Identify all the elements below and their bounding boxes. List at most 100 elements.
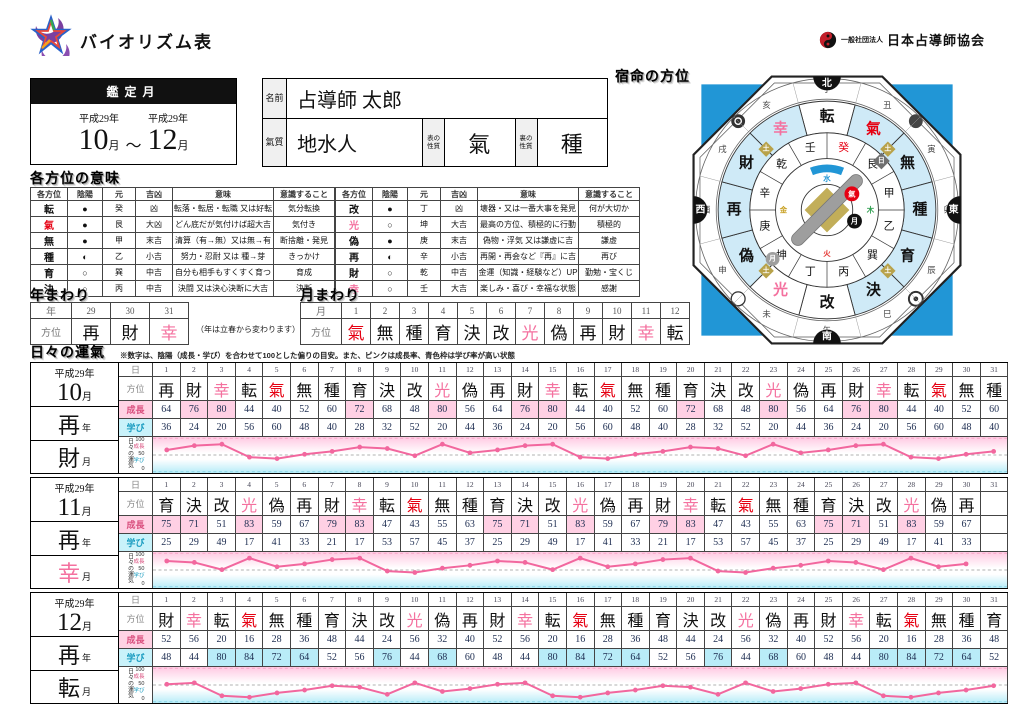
growth-point	[220, 442, 225, 447]
luck-cell: 中吉	[136, 281, 173, 297]
compass-text: 南	[822, 329, 832, 342]
day-number-cell: 1	[153, 593, 181, 607]
growth-value-cell: 55	[760, 516, 788, 534]
houi-cell: 氣	[732, 492, 760, 516]
growth-point	[164, 559, 169, 564]
growth-point	[275, 456, 280, 461]
growth-point	[330, 557, 335, 562]
growth-value-cell: 40	[457, 631, 485, 649]
houi-cell: 再	[953, 492, 981, 516]
learn-value-cell: 21	[319, 534, 347, 552]
day-number-cell: 24	[788, 593, 816, 607]
growth-point	[440, 689, 445, 694]
houi-cell: 偽	[595, 492, 623, 516]
day-number-cell: 14	[512, 593, 540, 607]
day-number-cell: 22	[732, 363, 760, 377]
growth-value-cell: 52	[953, 401, 981, 419]
growth-value-cell: 43	[401, 516, 429, 534]
day-number-cell: 25	[815, 363, 843, 377]
yearcycle-inner: 年293031方位再財幸	[30, 302, 189, 345]
houi-cell: 種	[953, 607, 981, 631]
column-header: 意識すること	[579, 188, 640, 201]
learn-value-cell: 60	[788, 649, 816, 667]
learn-value-cell: 44	[457, 419, 485, 437]
growth-value-cell: 52	[815, 631, 843, 649]
houi-cell: 育	[981, 607, 1009, 631]
stem-cell: 辛	[408, 249, 441, 265]
compass-text: 転	[820, 108, 835, 125]
learn-value-cell: 24	[181, 419, 209, 437]
growth-point	[964, 688, 969, 693]
column-header: 意味	[173, 188, 274, 201]
houi-cell: 育	[31, 265, 68, 281]
cycle-header-row: 月123456789101112	[301, 303, 690, 319]
growth-value-cell: 56	[843, 631, 871, 649]
growth-point	[164, 682, 169, 687]
houi-cell: 改	[705, 607, 733, 631]
houi-cell: 転	[898, 377, 926, 401]
axis-100: 100	[135, 438, 144, 444]
houi-cell: 転	[870, 607, 898, 631]
compass-text: 巽	[867, 248, 878, 261]
day-number-cell: 8	[346, 363, 374, 377]
growth-point	[247, 556, 252, 561]
day-number-cell: 1	[153, 363, 181, 377]
cycle-houi-cell: 氣	[342, 319, 371, 345]
growth-point	[302, 561, 307, 566]
houi-cell: 無	[263, 607, 291, 631]
awareness-cell: 断捨離・発見	[274, 233, 335, 249]
houi-cell: 再	[815, 377, 843, 401]
compass-text: 偽	[738, 246, 754, 264]
compass-text: 巳	[883, 310, 891, 319]
yinyang-cell: ○	[373, 265, 408, 281]
cycle-houi-cell: 改	[487, 319, 516, 345]
houi-cell: 種	[622, 607, 650, 631]
day-number-cell: 28	[898, 593, 926, 607]
cycle-row1-label: 年	[31, 303, 72, 319]
axis-50: 50	[138, 682, 144, 688]
houi-cell: 再	[153, 377, 181, 401]
day-number-cell: 15	[539, 593, 567, 607]
houi-cell: 決	[512, 492, 540, 516]
growth-point	[578, 455, 583, 460]
houi-cell: 氣	[401, 492, 429, 516]
growth-value-cell: 71	[843, 516, 871, 534]
growth-point	[936, 564, 941, 569]
growth-point	[660, 683, 665, 688]
growth-point	[385, 569, 390, 574]
compass-text: 東	[949, 203, 959, 216]
month-suffix: 月	[82, 392, 92, 403]
houi-cell: 財	[336, 265, 373, 281]
month-left-panel: 平成29年12月再年転月	[31, 593, 119, 703]
era-label: 平成29年	[31, 595, 118, 610]
axis-50: 50	[138, 567, 144, 573]
learn-value-cell: 32	[705, 419, 733, 437]
learn-value-cell: 84	[236, 649, 264, 667]
houi-cell: 氣	[567, 607, 595, 631]
growth-line-chart	[153, 667, 1007, 703]
growth-value-cell: 36	[291, 631, 319, 649]
month-houi-cell: 幸月	[31, 556, 118, 588]
growth-point	[330, 683, 335, 688]
day-number-cell: 17	[595, 363, 623, 377]
compass-text: 土	[884, 265, 891, 274]
learn-value-cell: 33	[291, 534, 319, 552]
growth-value-cell: 55	[429, 516, 457, 534]
houi-cell: 決	[677, 607, 705, 631]
table-row: 育○巽中吉自分も相手もすくすく育つ育成	[31, 265, 335, 281]
day-number-cell: 23	[760, 363, 788, 377]
day-number-cell: 15	[539, 478, 567, 492]
profile-box: 名前 占導師 太郎 氣質 地水人 表の性質 氣 裏の性質 種	[262, 78, 608, 167]
column-header: 各方位	[336, 188, 373, 201]
column-header: 陰陽	[373, 188, 408, 201]
yinyang-cell: ◐	[68, 249, 103, 265]
cycle-row1-label: 月	[301, 303, 342, 319]
growth-value-cell	[981, 516, 1009, 534]
cycle-row2-label: 方位	[31, 319, 72, 345]
houi-cell: 氣	[31, 217, 68, 233]
growth-point	[771, 689, 776, 694]
month-left-panel: 平成29年10月再年財月	[31, 363, 119, 473]
learn-value-cell: 48	[153, 649, 181, 667]
graph-axis-label: 日々の運気	[126, 438, 132, 472]
growth-value-cell: 59	[595, 516, 623, 534]
